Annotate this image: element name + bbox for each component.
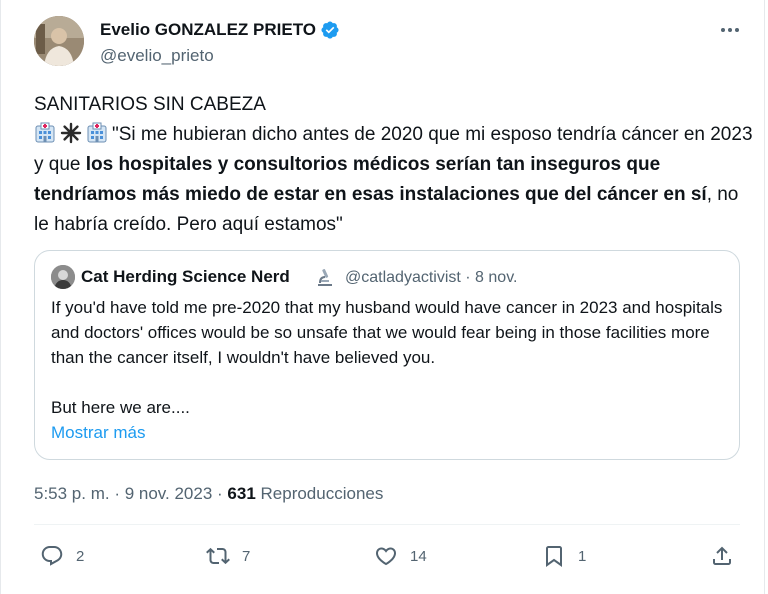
like-count: 14 bbox=[410, 547, 427, 565]
quoted-paragraph-2: But here we are.... bbox=[51, 398, 190, 417]
show-more-link[interactable]: Mostrar más bbox=[51, 423, 145, 443]
author-display-name[interactable]: Evelio GONZALEZ PRIETO bbox=[100, 20, 316, 40]
retweet-icon bbox=[206, 547, 230, 565]
verified-badge-icon[interactable] bbox=[320, 20, 340, 40]
heart-icon bbox=[375, 547, 397, 566]
tweet-headline: SANITARIOS SIN CABEZA bbox=[34, 94, 266, 115]
quoted-paragraph-1: If you'd have told me pre-2020 that my h… bbox=[51, 298, 723, 367]
author-avatar[interactable] bbox=[34, 16, 84, 66]
more-options-icon[interactable] bbox=[716, 18, 744, 42]
microscope-emoji bbox=[315, 267, 335, 287]
sparkle-emoji bbox=[60, 122, 82, 144]
left-border bbox=[0, 0, 1, 594]
views-label: Reproducciones bbox=[255, 484, 384, 503]
tweet-text-bold: los hospitales y consultorios médicos se… bbox=[34, 154, 707, 205]
bookmark-count: 1 bbox=[578, 547, 587, 565]
right-border bbox=[764, 0, 765, 594]
divider bbox=[34, 524, 740, 525]
quoted-tweet-card[interactable]: Cat Herding Science Nerd @catladyactivis… bbox=[34, 250, 740, 460]
retweet-count: 7 bbox=[242, 547, 251, 565]
tweet-quote-text: "Si me hubieran dicho antes de 2020 que … bbox=[34, 120, 754, 240]
quoted-author-name[interactable]: Cat Herding Science Nerd bbox=[81, 267, 290, 287]
reply-button[interactable]: 2 bbox=[40, 540, 84, 572]
quoted-handle-date[interactable]: @catladyactivist · 8 nov. bbox=[345, 269, 517, 287]
hospital-emoji bbox=[86, 122, 108, 144]
author-name[interactable]: Evelio GONZALEZ PRIETO bbox=[100, 20, 340, 40]
quoted-author-avatar[interactable] bbox=[51, 265, 75, 289]
quoted-tweet-text: If you'd have told me pre-2020 that my h… bbox=[51, 295, 731, 420]
bookmark-icon bbox=[546, 546, 562, 567]
bookmark-button[interactable]: 1 bbox=[542, 540, 586, 572]
tweet-meta: 5:53 p. m. · 9 nov. 2023 · 631 Reproducc… bbox=[34, 484, 383, 504]
tweet-text: SANITARIOS SIN CABEZA "Si me hubieran di… bbox=[34, 90, 754, 240]
share-icon bbox=[713, 546, 731, 565]
reply-icon bbox=[41, 546, 63, 566]
reply-count: 2 bbox=[76, 547, 85, 565]
timestamp[interactable]: 5:53 p. m. · 9 nov. 2023 · bbox=[34, 484, 227, 503]
views-count: 631 bbox=[227, 484, 256, 503]
share-button[interactable] bbox=[710, 540, 734, 572]
like-button[interactable]: 14 bbox=[374, 540, 427, 572]
retweet-button[interactable]: 7 bbox=[206, 540, 250, 572]
hospital-emoji bbox=[34, 122, 56, 144]
author-handle[interactable]: @evelio_prieto bbox=[100, 46, 214, 66]
